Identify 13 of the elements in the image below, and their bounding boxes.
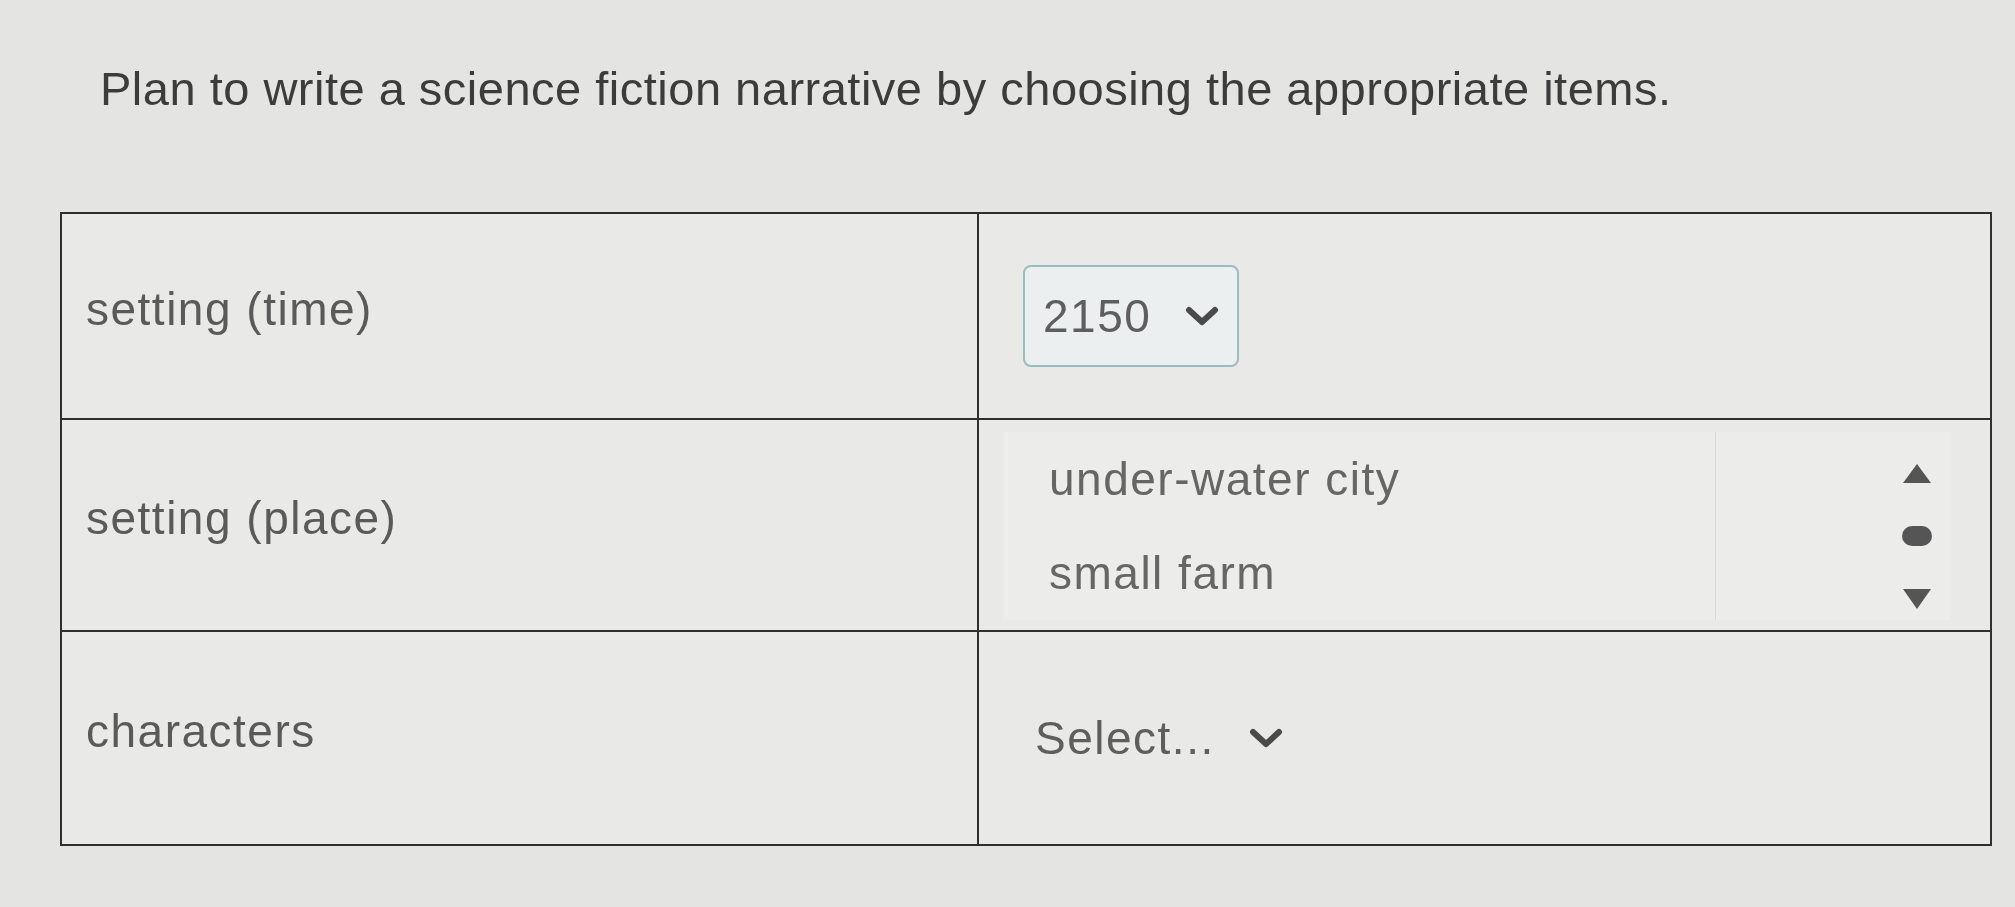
instruction-text: Plan to write a science fiction narrative by choosing the appropriate items. bbox=[100, 61, 1673, 117]
chevron-down-icon bbox=[1248, 727, 1283, 749]
row-label-cell: characters bbox=[62, 632, 979, 844]
scroll-up-icon[interactable] bbox=[1902, 462, 1932, 484]
scroll-down-icon[interactable] bbox=[1902, 588, 1932, 610]
list-option[interactable]: under-water city bbox=[1049, 452, 1401, 506]
row-label-cell: setting (place) bbox=[62, 420, 979, 632]
dropdown-select[interactable]: Select... bbox=[1023, 687, 1295, 789]
dropdown-select[interactable]: 2150 bbox=[1023, 265, 1240, 367]
list-option[interactable]: small farm bbox=[1049, 546, 1277, 600]
scroll-thumb-icon[interactable] bbox=[1902, 526, 1932, 546]
chevron-down-icon bbox=[1185, 305, 1220, 327]
row-label-cell: setting (time) bbox=[62, 214, 979, 420]
